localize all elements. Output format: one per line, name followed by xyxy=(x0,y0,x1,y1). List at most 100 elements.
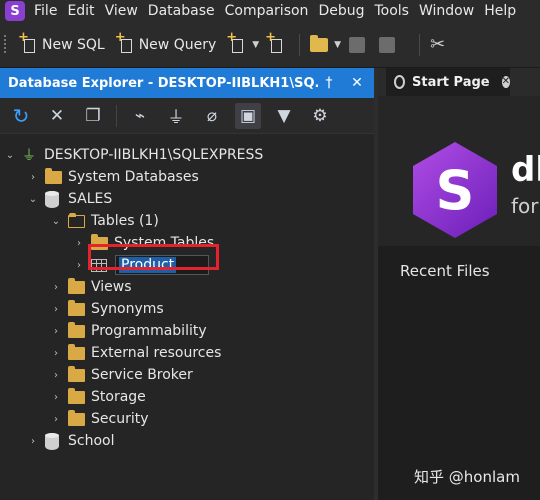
tree-item-server[interactable]: ⌄ ⏚ DESKTOP-IIBLKH1\SQLEXPRESS xyxy=(4,144,264,166)
new-document-icon[interactable] xyxy=(226,30,246,54)
tree-item-label: Security xyxy=(91,411,149,427)
new-file-icon[interactable] xyxy=(265,30,285,54)
server-icon: ⏚ xyxy=(22,148,36,164)
chevron-right-icon[interactable]: › xyxy=(50,304,62,315)
refresh-icon[interactable]: ↻ xyxy=(8,103,34,129)
menu-debug[interactable]: Debug xyxy=(313,3,369,19)
tree-item-label: Storage xyxy=(91,389,146,405)
new-connection-icon[interactable]: ⌁ xyxy=(127,103,153,129)
chevron-down-icon[interactable]: ⌄ xyxy=(50,216,62,227)
watermark: 知乎 @honlam xyxy=(414,468,520,486)
new-document-dropdown-icon[interactable]: ▼ xyxy=(252,40,259,50)
tree-item-external-resources[interactable]: › External resources xyxy=(50,342,221,364)
document-tab-bar: Start Page ✕ xyxy=(378,68,540,96)
tree-item-synonyms[interactable]: › Synonyms xyxy=(50,298,164,320)
new-sql-icon xyxy=(18,30,38,54)
tree-item-programmability[interactable]: › Programmability xyxy=(50,320,207,342)
start-page-icon xyxy=(394,75,406,89)
toolbar-separator xyxy=(299,33,301,56)
database-explorer-title: Database Explorer - DESKTOP-IIBLKH1\SQ..… xyxy=(8,75,318,91)
tree-item-label: Programmability xyxy=(91,323,207,339)
chevron-down-icon[interactable]: ⌄ xyxy=(27,194,39,205)
delete-icon[interactable]: ✕ xyxy=(44,103,70,129)
chevron-right-icon[interactable]: › xyxy=(50,326,62,337)
chevron-right-icon[interactable]: › xyxy=(50,370,62,381)
tree-item-label: Service Broker xyxy=(91,367,193,383)
open-folder-icon[interactable] xyxy=(310,34,329,52)
open-dropdown-icon[interactable]: ▼ xyxy=(334,40,341,50)
close-icon[interactable]: ✕ xyxy=(346,75,368,91)
folder-icon xyxy=(68,387,85,404)
save-icon[interactable] xyxy=(349,36,366,53)
table-icon xyxy=(91,258,107,272)
connect-icon[interactable]: ⏚ xyxy=(163,103,189,129)
menu-file[interactable]: File xyxy=(29,3,62,19)
tree-item-label: Tables (1) xyxy=(91,213,159,229)
dbforge-logo-icon: S xyxy=(413,142,497,238)
product-subtitle: for xyxy=(511,194,539,218)
tree-item-system-databases[interactable]: › System Databases xyxy=(27,166,199,188)
explorer-toolbar-separator xyxy=(116,104,117,127)
tree-item-label: System Tables xyxy=(114,235,215,251)
database-explorer-header: Database Explorer - DESKTOP-IIBLKH1\SQ..… xyxy=(0,68,374,98)
folder-icon xyxy=(68,299,85,316)
chevron-right-icon[interactable]: › xyxy=(50,392,62,403)
duplicate-icon[interactable]: ❐ xyxy=(80,103,106,129)
product-banner: S db for xyxy=(378,96,540,246)
tab-label: Start Page xyxy=(412,74,490,90)
toolbar-grip[interactable] xyxy=(4,34,6,55)
chevron-right-icon[interactable]: › xyxy=(50,414,62,425)
new-sql-button[interactable]: New SQL xyxy=(18,30,105,54)
save-all-icon[interactable] xyxy=(379,36,396,53)
chevron-right-icon[interactable]: › xyxy=(50,348,62,359)
chevron-right-icon[interactable]: › xyxy=(27,172,39,183)
tree-item-storage[interactable]: › Storage xyxy=(50,386,146,408)
menu-database[interactable]: Database xyxy=(143,3,220,19)
tree-item-security[interactable]: › Security xyxy=(50,408,149,430)
recent-files-heading: Recent Files xyxy=(400,262,490,280)
chevron-right-icon[interactable]: › xyxy=(73,260,85,271)
new-query-button[interactable]: New Query xyxy=(115,30,217,54)
tree-item-sales[interactable]: ⌄ SALES xyxy=(27,188,112,210)
menu-bar: S File Edit View Database Comparison Deb… xyxy=(0,0,540,22)
copy-icon[interactable]: ▣ xyxy=(235,102,261,129)
menu-edit[interactable]: Edit xyxy=(62,3,99,19)
filter-icon[interactable]: ▼ xyxy=(271,103,297,129)
folder-icon xyxy=(91,233,108,250)
chevron-right-icon[interactable]: › xyxy=(73,238,85,249)
rename-input[interactable]: Product xyxy=(115,255,209,275)
rename-input-text: Product xyxy=(119,257,177,273)
disconnect-icon[interactable]: ⌀ xyxy=(199,103,225,129)
tree-item-product[interactable]: › Product xyxy=(73,254,209,276)
chevron-right-icon[interactable]: › xyxy=(50,282,62,293)
new-query-icon xyxy=(115,30,135,54)
database-icon xyxy=(45,432,59,450)
folder-icon xyxy=(68,277,85,294)
tree-item-label: DESKTOP-IIBLKH1\SQLEXPRESS xyxy=(44,147,264,163)
chevron-right-icon[interactable]: › xyxy=(27,436,39,447)
menu-view[interactable]: View xyxy=(100,3,143,19)
app-logo-icon: S xyxy=(5,1,25,21)
chevron-down-icon[interactable]: ⌄ xyxy=(4,150,16,161)
tree-item-school[interactable]: › School xyxy=(27,430,114,452)
pin-icon[interactable]: † xyxy=(318,75,340,91)
new-sql-label: New SQL xyxy=(42,36,105,53)
tab-start-page[interactable]: Start Page ✕ xyxy=(386,68,510,96)
properties-icon[interactable]: ⚙ xyxy=(307,103,333,129)
folder-icon xyxy=(68,365,85,382)
menu-help[interactable]: Help xyxy=(479,3,521,19)
product-name: db xyxy=(511,150,540,190)
cut-icon[interactable]: ✂ xyxy=(430,34,445,55)
menu-comparison[interactable]: Comparison xyxy=(220,3,314,19)
menu-window[interactable]: Window xyxy=(414,3,479,19)
tree-item-views[interactable]: › Views xyxy=(50,276,132,298)
tree-item-tables[interactable]: ⌄ Tables (1) xyxy=(50,210,159,232)
tab-close-icon[interactable]: ✕ xyxy=(501,76,510,88)
tree-item-service-broker[interactable]: › Service Broker xyxy=(50,364,193,386)
tree-item-system-tables[interactable]: › System Tables xyxy=(73,232,214,254)
database-explorer-panel: Database Explorer - DESKTOP-IIBLKH1\SQ..… xyxy=(0,68,374,500)
tree-item-label: Views xyxy=(91,279,132,295)
menu-tools[interactable]: Tools xyxy=(369,3,414,19)
tree-item-label: SALES xyxy=(68,191,113,207)
new-query-label: New Query xyxy=(138,36,217,53)
